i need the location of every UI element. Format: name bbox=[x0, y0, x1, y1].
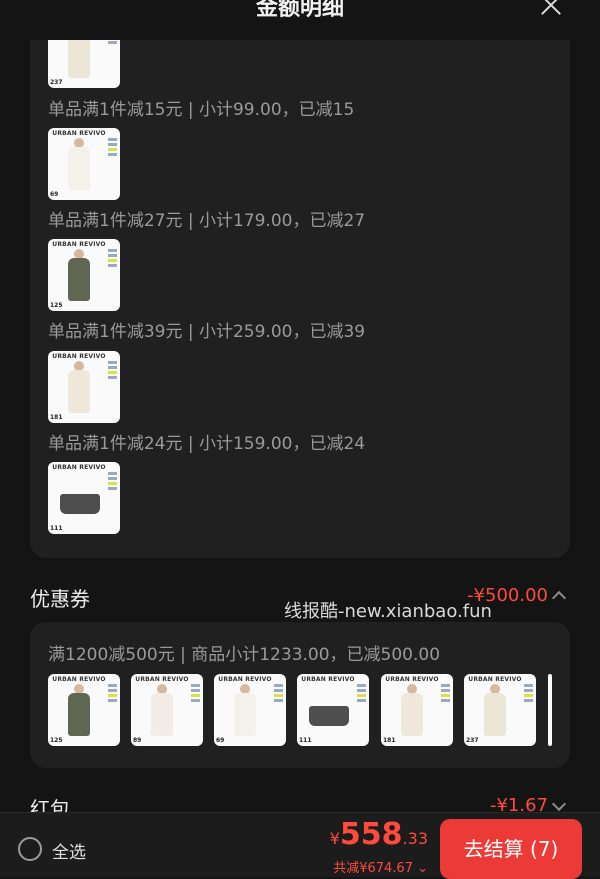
thumb-price: 111 bbox=[299, 737, 312, 744]
thumb-price: 125 bbox=[50, 302, 63, 309]
discount-text: 共减¥674.67 bbox=[333, 861, 413, 876]
chevron-down-icon[interactable] bbox=[551, 796, 567, 812]
brand-label: URBAN REVIVO bbox=[52, 241, 106, 248]
product-thumbnail[interactable]: URBAN REVIVO 69 bbox=[214, 674, 286, 746]
chevron-down-icon: ⌄ bbox=[412, 861, 428, 876]
product-thumbnail[interactable]: URBAN REVIVO 125 bbox=[48, 239, 120, 311]
item-rule-text: 单品满1件减24元 | 小计159.00，已减24 bbox=[48, 434, 366, 454]
brand-label: URBAN REVIVO bbox=[301, 676, 355, 683]
select-all-radio[interactable] bbox=[18, 837, 42, 861]
thumb-price: 181 bbox=[50, 414, 63, 421]
coupon-card: 满1200减500元 | 商品小计1233.00，已减500.00 URBAN … bbox=[30, 622, 570, 768]
item-rule-text: 单品满1件减15元 | 小计99.00，已减15 bbox=[48, 100, 355, 120]
brand-label: URBAN REVIVO bbox=[52, 676, 106, 683]
thumb-price: 89 bbox=[133, 737, 142, 744]
brand-label: URBAN REVIVO bbox=[52, 464, 106, 471]
brand-label: URBAN REVIVO bbox=[468, 676, 522, 683]
modal-title: 金额明细 bbox=[255, 0, 344, 21]
watermark-text: 线报酷-new.xianbao.fun bbox=[284, 601, 492, 622]
checkout-button[interactable]: 去结算 (7) bbox=[440, 819, 582, 879]
total-discount[interactable]: 共减¥674.67 ⌄ bbox=[333, 857, 428, 876]
brand-label: URBAN REVIVO bbox=[385, 676, 439, 683]
product-thumbnail[interactable]: URBAN REVIVO 181 bbox=[48, 351, 120, 423]
thumb-price: 181 bbox=[383, 737, 396, 744]
brand-label: URBAN REVIVO bbox=[52, 130, 106, 137]
item-discount-card: 237 单品满1件减15元 | 小计99.00，已减15 URBAN REVIV… bbox=[30, 16, 570, 558]
thumb-price: 125 bbox=[50, 737, 63, 744]
thumb-price: 237 bbox=[50, 79, 63, 86]
brand-label: URBAN REVIVO bbox=[218, 676, 272, 683]
total-price: ¥558.33 bbox=[330, 817, 428, 852]
select-all-label[interactable]: 全选 bbox=[52, 838, 86, 863]
coupon-title: 优惠券 bbox=[30, 587, 90, 611]
thumb-price: 237 bbox=[466, 737, 479, 744]
modal-header: 金额明细 bbox=[0, 0, 600, 40]
product-thumbnail[interactable]: URBAN REVIVO 111 bbox=[48, 462, 120, 534]
thumb-price: 69 bbox=[216, 737, 225, 744]
close-icon[interactable] bbox=[538, 0, 564, 18]
product-thumbnail[interactable]: URBAN REVIVO 237 bbox=[464, 674, 536, 746]
product-thumbnail[interactable]: URBAN REVIVO 181 bbox=[381, 674, 453, 746]
product-thumbnail[interactable]: URBAN REVIVO 89 bbox=[131, 674, 203, 746]
brand-label: URBAN REVIVO bbox=[52, 353, 106, 360]
product-thumbnail[interactable]: URBAN REVIVO 111 bbox=[297, 674, 369, 746]
checkout-bar: 全选 ¥558.33 共减¥674.67 ⌄ 去结算 (7) bbox=[0, 812, 600, 879]
currency-symbol: ¥ bbox=[329, 829, 340, 848]
thumb-price: 69 bbox=[50, 191, 59, 198]
item-rule-text: 单品满1件减39元 | 小计259.00，已减39 bbox=[48, 322, 366, 342]
total-decimal: .33 bbox=[402, 829, 428, 848]
coupon-rule-text: 满1200减500元 | 商品小计1233.00，已减500.00 bbox=[48, 645, 441, 665]
thumb-price: 111 bbox=[50, 525, 63, 532]
brand-label: URBAN REVIVO bbox=[135, 676, 189, 683]
total-integer: 558 bbox=[339, 817, 403, 852]
chevron-up-icon[interactable] bbox=[551, 590, 567, 606]
product-thumbnail-partial[interactable] bbox=[548, 674, 552, 746]
item-rule-text: 单品满1件减27元 | 小计179.00，已减27 bbox=[48, 211, 366, 231]
product-thumbnail[interactable]: URBAN REVIVO 69 bbox=[48, 128, 120, 200]
product-thumbnail[interactable]: URBAN REVIVO 125 bbox=[48, 674, 120, 746]
